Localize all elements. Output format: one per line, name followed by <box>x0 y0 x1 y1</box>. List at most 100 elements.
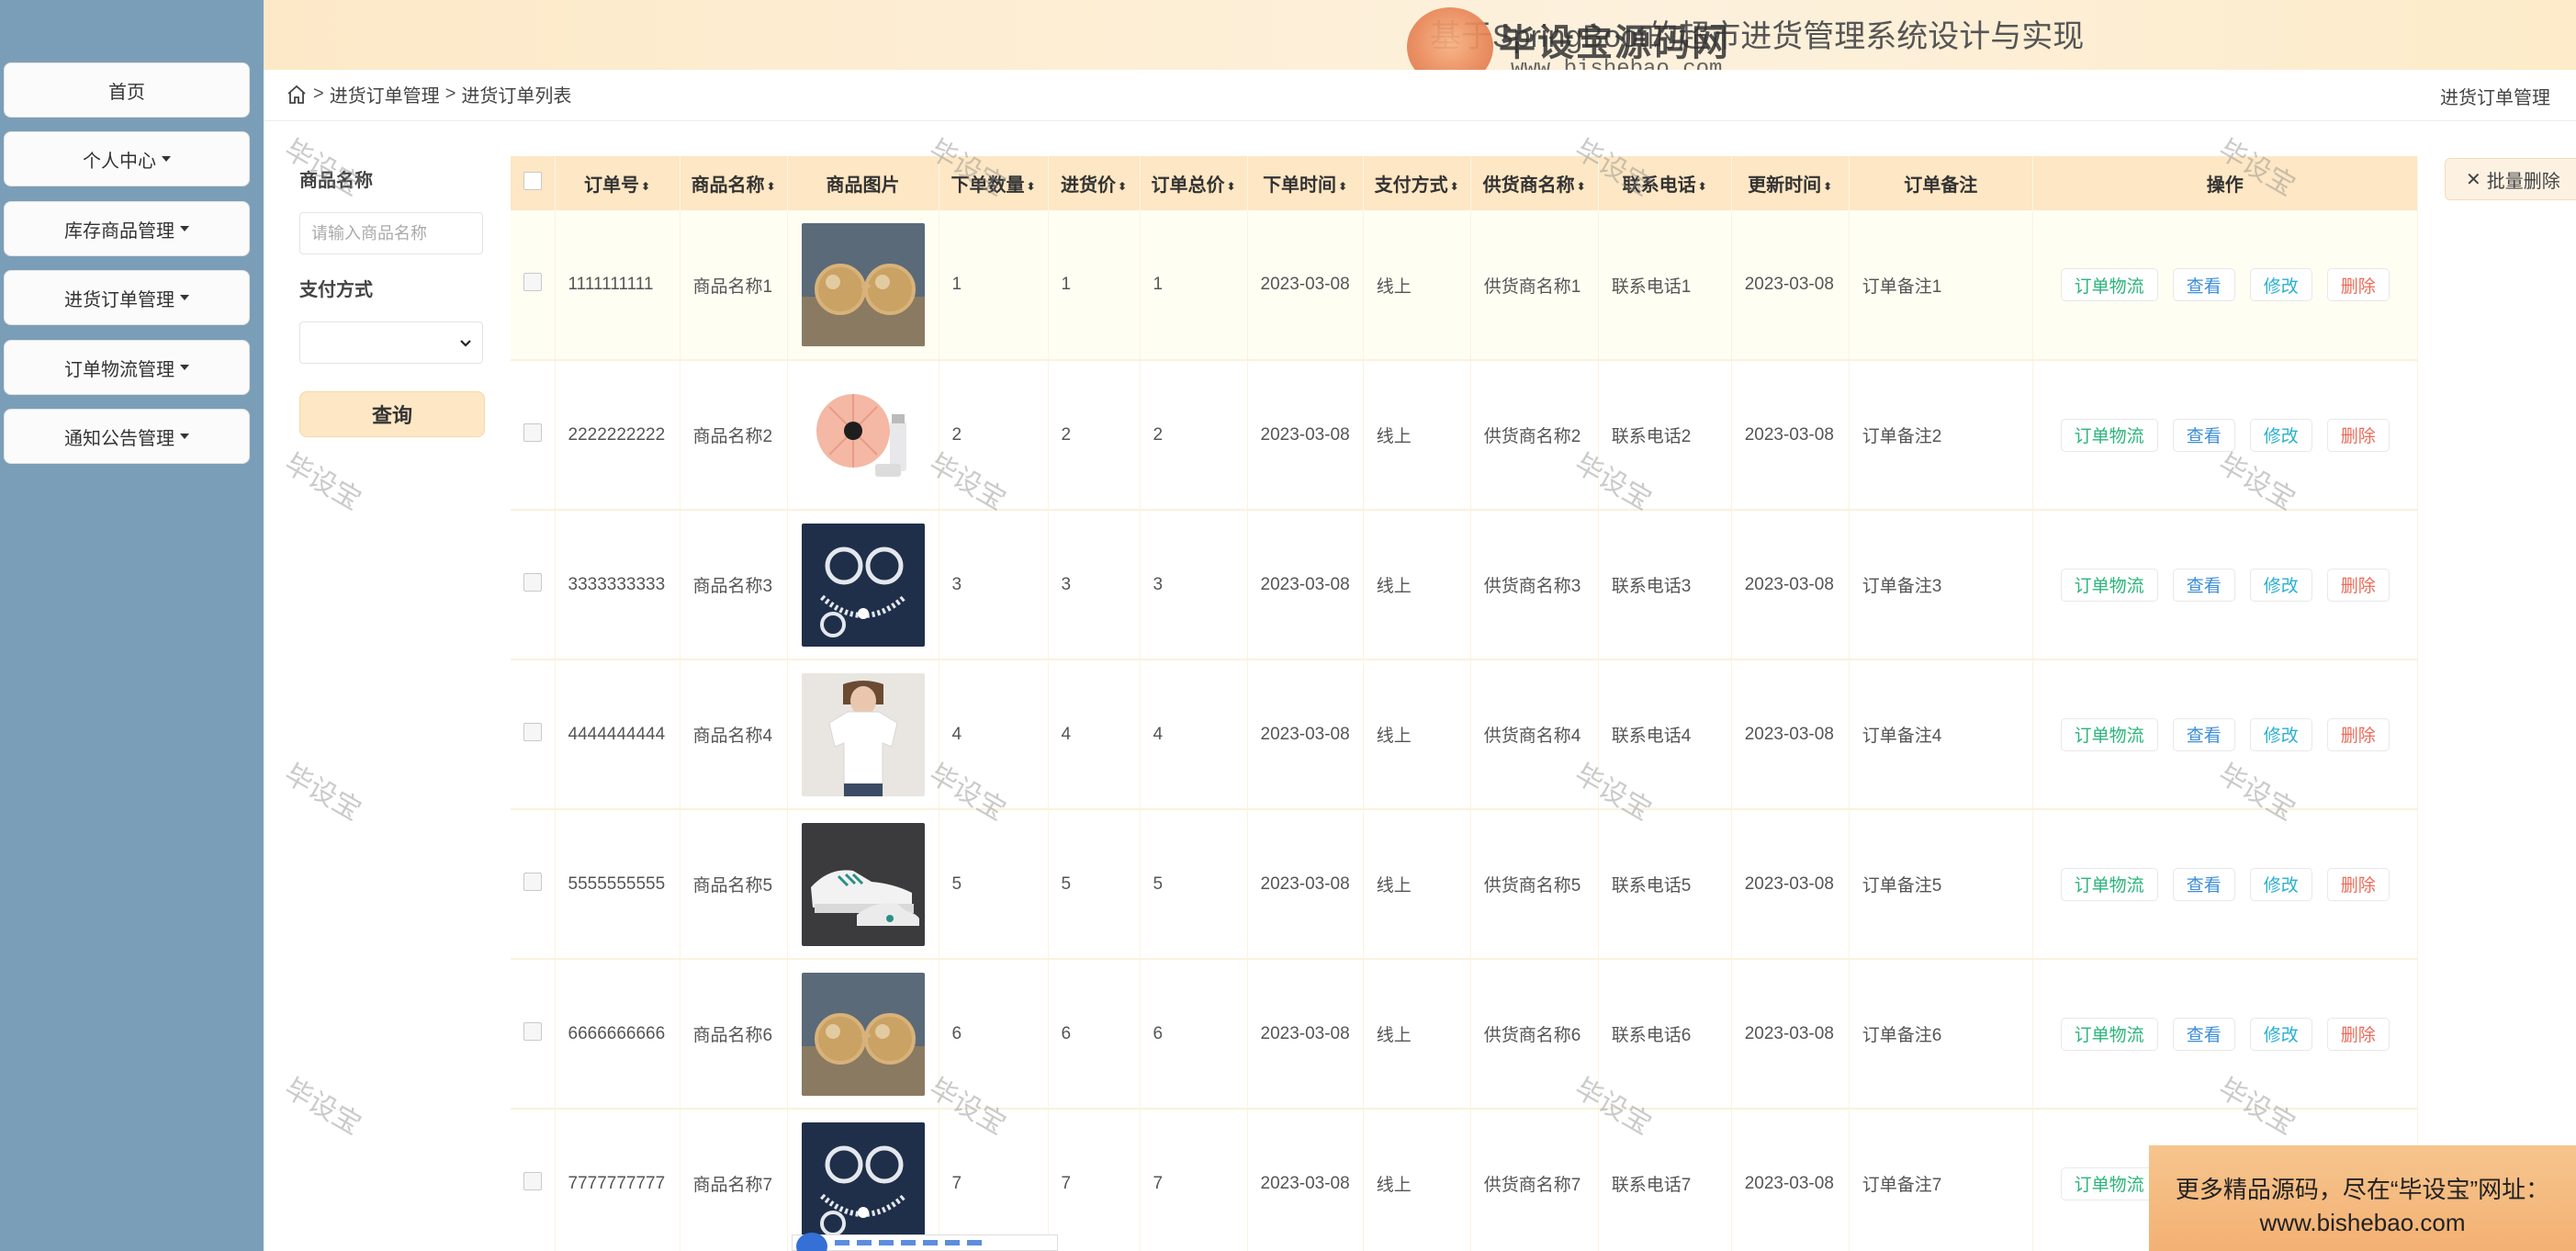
edit-button[interactable]: 修改 <box>2249 867 2312 901</box>
row-checkbox[interactable] <box>523 423 542 442</box>
product-name-cell: 商品名称2 <box>680 360 788 511</box>
column-header[interactable]: 更新时间 ⬍ <box>1731 156 1850 210</box>
home-icon[interactable] <box>286 84 308 106</box>
table-row[interactable]: 3333333333 商品名称3 3 3 3 2023-03-08 线上 供货商名称3 联系电话… <box>511 510 2418 660</box>
payment-method-label: 支付方式 <box>299 280 373 300</box>
delete-button[interactable]: 删除 <box>2326 418 2390 452</box>
sidebar-item-label: 个人中心 <box>83 151 156 172</box>
table-row[interactable]: 5555555555 商品名称5 5 5 5 2023-03-08 线上 供货商名称5 联系电话… <box>511 809 2418 960</box>
edit-button[interactable]: 修改 <box>2249 418 2312 452</box>
sidebar-item-logistics[interactable]: 订单物流管理 <box>4 340 250 395</box>
payment-method-select[interactable] <box>299 321 483 364</box>
updated-time-cell: 2023-03-08 <box>1731 360 1850 511</box>
total-price-cell: 1 <box>1140 210 1248 361</box>
view-button[interactable]: 查看 <box>2172 568 2235 602</box>
toolbar-icon[interactable] <box>945 1240 960 1245</box>
column-header[interactable]: 订单总价 ⬍ <box>1140 156 1248 210</box>
product-image <box>801 972 925 1096</box>
logistics-button[interactable]: 订单物流 <box>2060 568 2158 602</box>
delete-button[interactable]: 删除 <box>2326 867 2390 901</box>
edit-button[interactable]: 修改 <box>2249 717 2312 751</box>
promo-banner[interactable]: 更多精品源码，尽在“毕设宝”网址： www.bishebao.com <box>2149 1145 2576 1251</box>
product-image <box>801 822 925 946</box>
view-button[interactable]: 查看 <box>2172 418 2235 452</box>
column-header: 商品图片 <box>787 156 939 210</box>
view-button[interactable]: 查看 <box>2172 268 2235 301</box>
toolbar-icon[interactable] <box>857 1240 872 1245</box>
toolbar-icon[interactable] <box>967 1240 982 1245</box>
sidebar-item-label: 通知公告管理 <box>64 428 174 449</box>
column-header[interactable]: 支付方式 ⬍ <box>1363 156 1471 210</box>
logistics-button[interactable]: 订单物流 <box>2060 1017 2158 1051</box>
logistics-button[interactable]: 订单物流 <box>2060 1166 2158 1200</box>
column-header[interactable]: 商品名称 ⬍ <box>680 156 788 210</box>
logistics-button[interactable]: 订单物流 <box>2060 418 2158 452</box>
quantity-cell: 5 <box>939 809 1049 960</box>
view-button[interactable]: 查看 <box>2172 867 2235 901</box>
sidebar-item-home[interactable]: 首页 <box>4 62 250 118</box>
product-image-cell <box>787 1109 939 1251</box>
toolbar-icon[interactable] <box>835 1240 849 1245</box>
product-name-input[interactable] <box>299 212 483 254</box>
row-checkbox[interactable] <box>523 872 542 891</box>
delete-button[interactable]: 删除 <box>2326 268 2390 301</box>
caret-down-icon <box>180 434 189 439</box>
sidebar-item-inventory[interactable]: 库存商品管理 <box>4 201 250 256</box>
breadcrumb-level1[interactable]: 进货订单管理 <box>330 81 440 107</box>
purchase-price-cell: 5 <box>1048 809 1141 960</box>
query-button[interactable]: 查询 <box>299 391 485 437</box>
table-row[interactable]: 1111111111 商品名称1 1 1 1 2023-03-08 线上 供货商名称1 联系电话… <box>511 210 2418 361</box>
column-header[interactable]: 订单号 ⬍ <box>555 156 681 210</box>
actions-cell: 订单物流查看修改删除 <box>2032 360 2418 511</box>
toolbar-icon[interactable] <box>901 1240 916 1245</box>
logistics-button[interactable]: 订单物流 <box>2060 717 2158 751</box>
table-row[interactable]: 2222222222 商品名称2 2 2 2 2023-03-08 线上 供货商名称2 联系电话… <box>511 360 2418 511</box>
edit-button[interactable]: 修改 <box>2249 568 2312 602</box>
purchase-price-cell: 7 <box>1048 1109 1141 1251</box>
row-checkbox[interactable] <box>523 722 542 741</box>
row-checkbox-cell <box>511 1109 556 1251</box>
select-all-checkbox[interactable] <box>523 171 542 190</box>
table-row[interactable]: 7777777777 商品名称7 7 7 7 2023-03-08 线上 供货商名称7 联系电话… <box>511 1109 2418 1251</box>
row-checkbox[interactable] <box>523 273 542 291</box>
column-header[interactable]: 供货商名称 ⬍ <box>1470 156 1599 210</box>
toolbar-icon[interactable] <box>923 1240 938 1245</box>
table-row[interactable]: 4444444444 商品名称4 4 4 4 2023-03-08 线上 供货商名称4 联系电话… <box>511 659 2418 810</box>
search-panel: 商品名称 支付方式 查询 <box>299 165 488 437</box>
row-checkbox[interactable] <box>523 572 542 592</box>
phone-cell: 联系电话7 <box>1598 1109 1732 1251</box>
floating-toolbar[interactable] <box>792 1233 1058 1251</box>
row-checkbox[interactable] <box>523 1171 542 1190</box>
sidebar-item-personal-center[interactable]: 个人中心 <box>4 131 250 186</box>
row-checkbox[interactable] <box>523 1021 542 1041</box>
column-header: 操作 <box>2032 156 2418 210</box>
table-row[interactable]: 6666666666 商品名称6 6 6 6 2023-03-08 线上 供货商名称6 联系电话… <box>511 959 2418 1110</box>
logistics-button[interactable]: 订单物流 <box>2060 867 2158 901</box>
edit-button[interactable]: 修改 <box>2249 268 2312 301</box>
total-price-cell: 5 <box>1140 809 1248 960</box>
product-image <box>801 223 925 346</box>
sidebar-item-purchase-orders[interactable]: 进货订单管理 <box>4 270 250 325</box>
column-header[interactable]: 下单数量 ⬍ <box>939 156 1049 210</box>
caret-down-icon <box>180 365 189 370</box>
caret-down-icon <box>180 226 189 231</box>
edit-button[interactable]: 修改 <box>2249 1017 2312 1051</box>
view-button[interactable]: 查看 <box>2172 1017 2235 1051</box>
row-checkbox-cell <box>511 659 556 810</box>
sidebar-item-notices[interactable]: 通知公告管理 <box>4 409 250 464</box>
delete-button[interactable]: 删除 <box>2326 568 2390 602</box>
delete-button[interactable]: 删除 <box>2326 717 2390 751</box>
column-header[interactable]: 下单时间 ⬍ <box>1247 156 1364 210</box>
purchase-price-cell: 3 <box>1048 510 1141 660</box>
sort-icon: ⬍ <box>766 179 776 193</box>
view-button[interactable]: 查看 <box>2172 717 2235 751</box>
row-checkbox-cell <box>511 959 556 1110</box>
column-header[interactable]: 联系电话 ⬍ <box>1598 156 1732 210</box>
batch-delete-button[interactable]: ✕ 批量删除 <box>2445 158 2576 200</box>
delete-button[interactable]: 删除 <box>2326 1017 2390 1051</box>
column-header[interactable]: 进货价 ⬍ <box>1048 156 1141 210</box>
logistics-button[interactable]: 订单物流 <box>2060 268 2158 301</box>
toolbar-icon[interactable] <box>879 1240 894 1245</box>
page-title: 进货订单管理 <box>2440 88 2550 108</box>
product-image <box>801 672 925 796</box>
